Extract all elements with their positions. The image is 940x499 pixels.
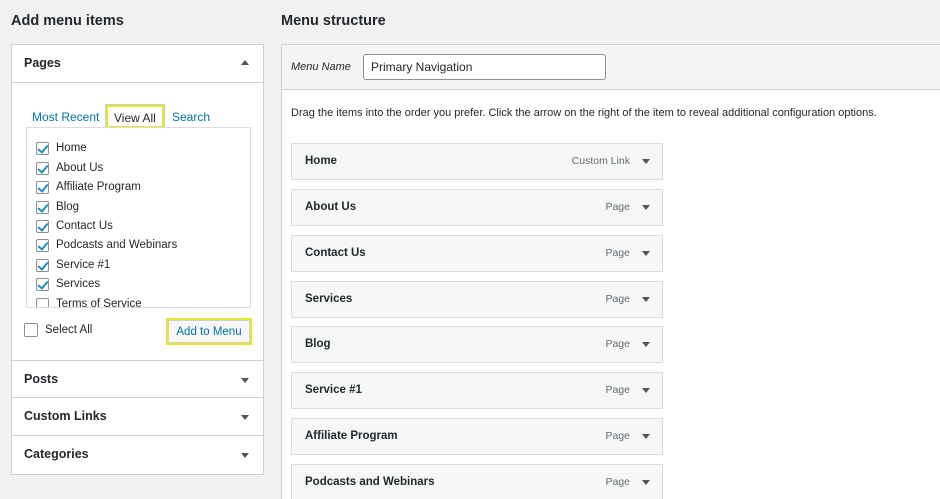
pages-section-title: Pages: [24, 56, 61, 70]
page-label: Terms of Service: [56, 298, 142, 308]
section-title: Custom Links: [24, 409, 107, 423]
menu-item[interactable]: Home Custom Link: [291, 143, 663, 180]
page-label: About Us: [56, 162, 104, 174]
menu-item-title: Affiliate Program: [305, 430, 398, 442]
menu-structure-heading: Menu structure: [281, 13, 386, 29]
page-label: Affiliate Program: [56, 181, 141, 193]
expand-arrow-icon[interactable]: [241, 453, 249, 458]
menu-item[interactable]: Service #1 Page: [291, 372, 663, 409]
tab-search[interactable]: Search: [172, 110, 210, 124]
tab-view-all[interactable]: View All: [105, 104, 165, 129]
custom-links-section-header[interactable]: Custom Links: [12, 398, 263, 436]
page-label: Blog: [56, 201, 80, 213]
menu-item-title: Services: [305, 293, 353, 305]
menu-item-type: Page: [605, 476, 630, 488]
list-item[interactable]: About Us: [36, 159, 103, 177]
menu-name-bar: Menu Name: [281, 44, 940, 90]
section-title: Posts: [24, 372, 59, 386]
list-item[interactable]: Podcasts and Webinars: [36, 236, 177, 254]
page-checkbox[interactable]: [36, 200, 49, 214]
menu-item[interactable]: Blog Page: [291, 326, 663, 363]
list-item[interactable]: Blog: [36, 198, 79, 216]
menu-item-title: Contact Us: [305, 247, 366, 259]
posts-section-header[interactable]: Posts: [12, 360, 263, 398]
select-all-checkbox[interactable]: [24, 323, 38, 337]
chevron-down-icon[interactable]: [642, 342, 650, 347]
chevron-down-icon[interactable]: [642, 159, 650, 164]
list-item[interactable]: Home: [36, 139, 87, 157]
add-menu-items-heading: Add menu items: [11, 13, 124, 29]
menu-item-type: Page: [605, 293, 630, 305]
menu-item-title: Service #1: [305, 384, 362, 396]
menu-item[interactable]: About Us Page: [291, 189, 663, 226]
list-item[interactable]: Service #1: [36, 256, 110, 274]
page-checkbox[interactable]: [36, 141, 49, 155]
menu-item-title: Podcasts and Webinars: [305, 476, 435, 488]
categories-section-header[interactable]: Categories: [12, 436, 263, 474]
section-title: Categories: [24, 447, 89, 461]
select-all[interactable]: Select All: [24, 323, 92, 337]
menu-item-type: Page: [605, 338, 630, 350]
menu-structure-area: Drag the items into the order you prefer…: [281, 90, 940, 499]
menu-item[interactable]: Services Page: [291, 281, 663, 318]
menu-item-title: Blog: [305, 338, 331, 350]
list-item[interactable]: Services: [36, 275, 100, 293]
menu-name-label: Menu Name: [291, 61, 351, 73]
collapse-arrow-icon[interactable]: [241, 60, 249, 65]
page-label: Home: [56, 142, 87, 154]
page-label: Services: [56, 278, 101, 290]
list-item[interactable]: Affiliate Program: [36, 178, 141, 196]
chevron-down-icon[interactable]: [642, 205, 650, 210]
add-menu-items-panel: Pages Most Recent View All Search Home A…: [11, 44, 264, 475]
tab-most-recent[interactable]: Most Recent: [32, 110, 99, 124]
list-item[interactable]: Contact Us: [36, 217, 113, 235]
page-label: Podcasts and Webinars: [56, 239, 178, 251]
page-checkbox[interactable]: [36, 277, 49, 291]
menu-item-type: Custom Link: [571, 155, 630, 167]
page-label: Contact Us: [56, 220, 113, 232]
select-all-label: Select All: [45, 324, 93, 336]
chevron-down-icon[interactable]: [642, 251, 650, 256]
page-checkbox[interactable]: [36, 161, 49, 175]
menu-item[interactable]: Contact Us Page: [291, 235, 663, 272]
menu-item[interactable]: Affiliate Program Page: [291, 418, 663, 455]
add-to-menu-button[interactable]: Add to Menu: [166, 318, 252, 345]
menu-item-type: Page: [605, 247, 630, 259]
menu-item-type: Page: [605, 201, 630, 213]
menu-item[interactable]: Podcasts and Webinars Page: [291, 464, 663, 499]
pages-checklist[interactable]: Home About Us Affiliate Program Blog Con…: [26, 127, 251, 308]
list-item[interactable]: Terms of Service: [36, 295, 142, 308]
instructions-text: Drag the items into the order you prefer…: [291, 107, 877, 119]
menu-name-input[interactable]: [363, 54, 606, 80]
chevron-down-icon[interactable]: [642, 480, 650, 485]
chevron-down-icon[interactable]: [642, 297, 650, 302]
menu-item-title: Home: [305, 155, 337, 167]
expand-arrow-icon[interactable]: [241, 415, 249, 420]
pages-section-header[interactable]: Pages: [12, 45, 263, 83]
page-checkbox[interactable]: [36, 258, 49, 272]
chevron-down-icon[interactable]: [642, 434, 650, 439]
chevron-down-icon[interactable]: [642, 388, 650, 393]
page-checkbox[interactable]: [36, 180, 49, 194]
page-checkbox[interactable]: [36, 297, 49, 307]
menu-item-type: Page: [605, 430, 630, 442]
page-checkbox[interactable]: [36, 219, 49, 233]
menu-item-title: About Us: [305, 201, 357, 213]
expand-arrow-icon[interactable]: [241, 378, 249, 383]
page-checkbox[interactable]: [36, 238, 49, 252]
menu-item-type: Page: [605, 384, 630, 396]
page-label: Service #1: [56, 259, 111, 271]
